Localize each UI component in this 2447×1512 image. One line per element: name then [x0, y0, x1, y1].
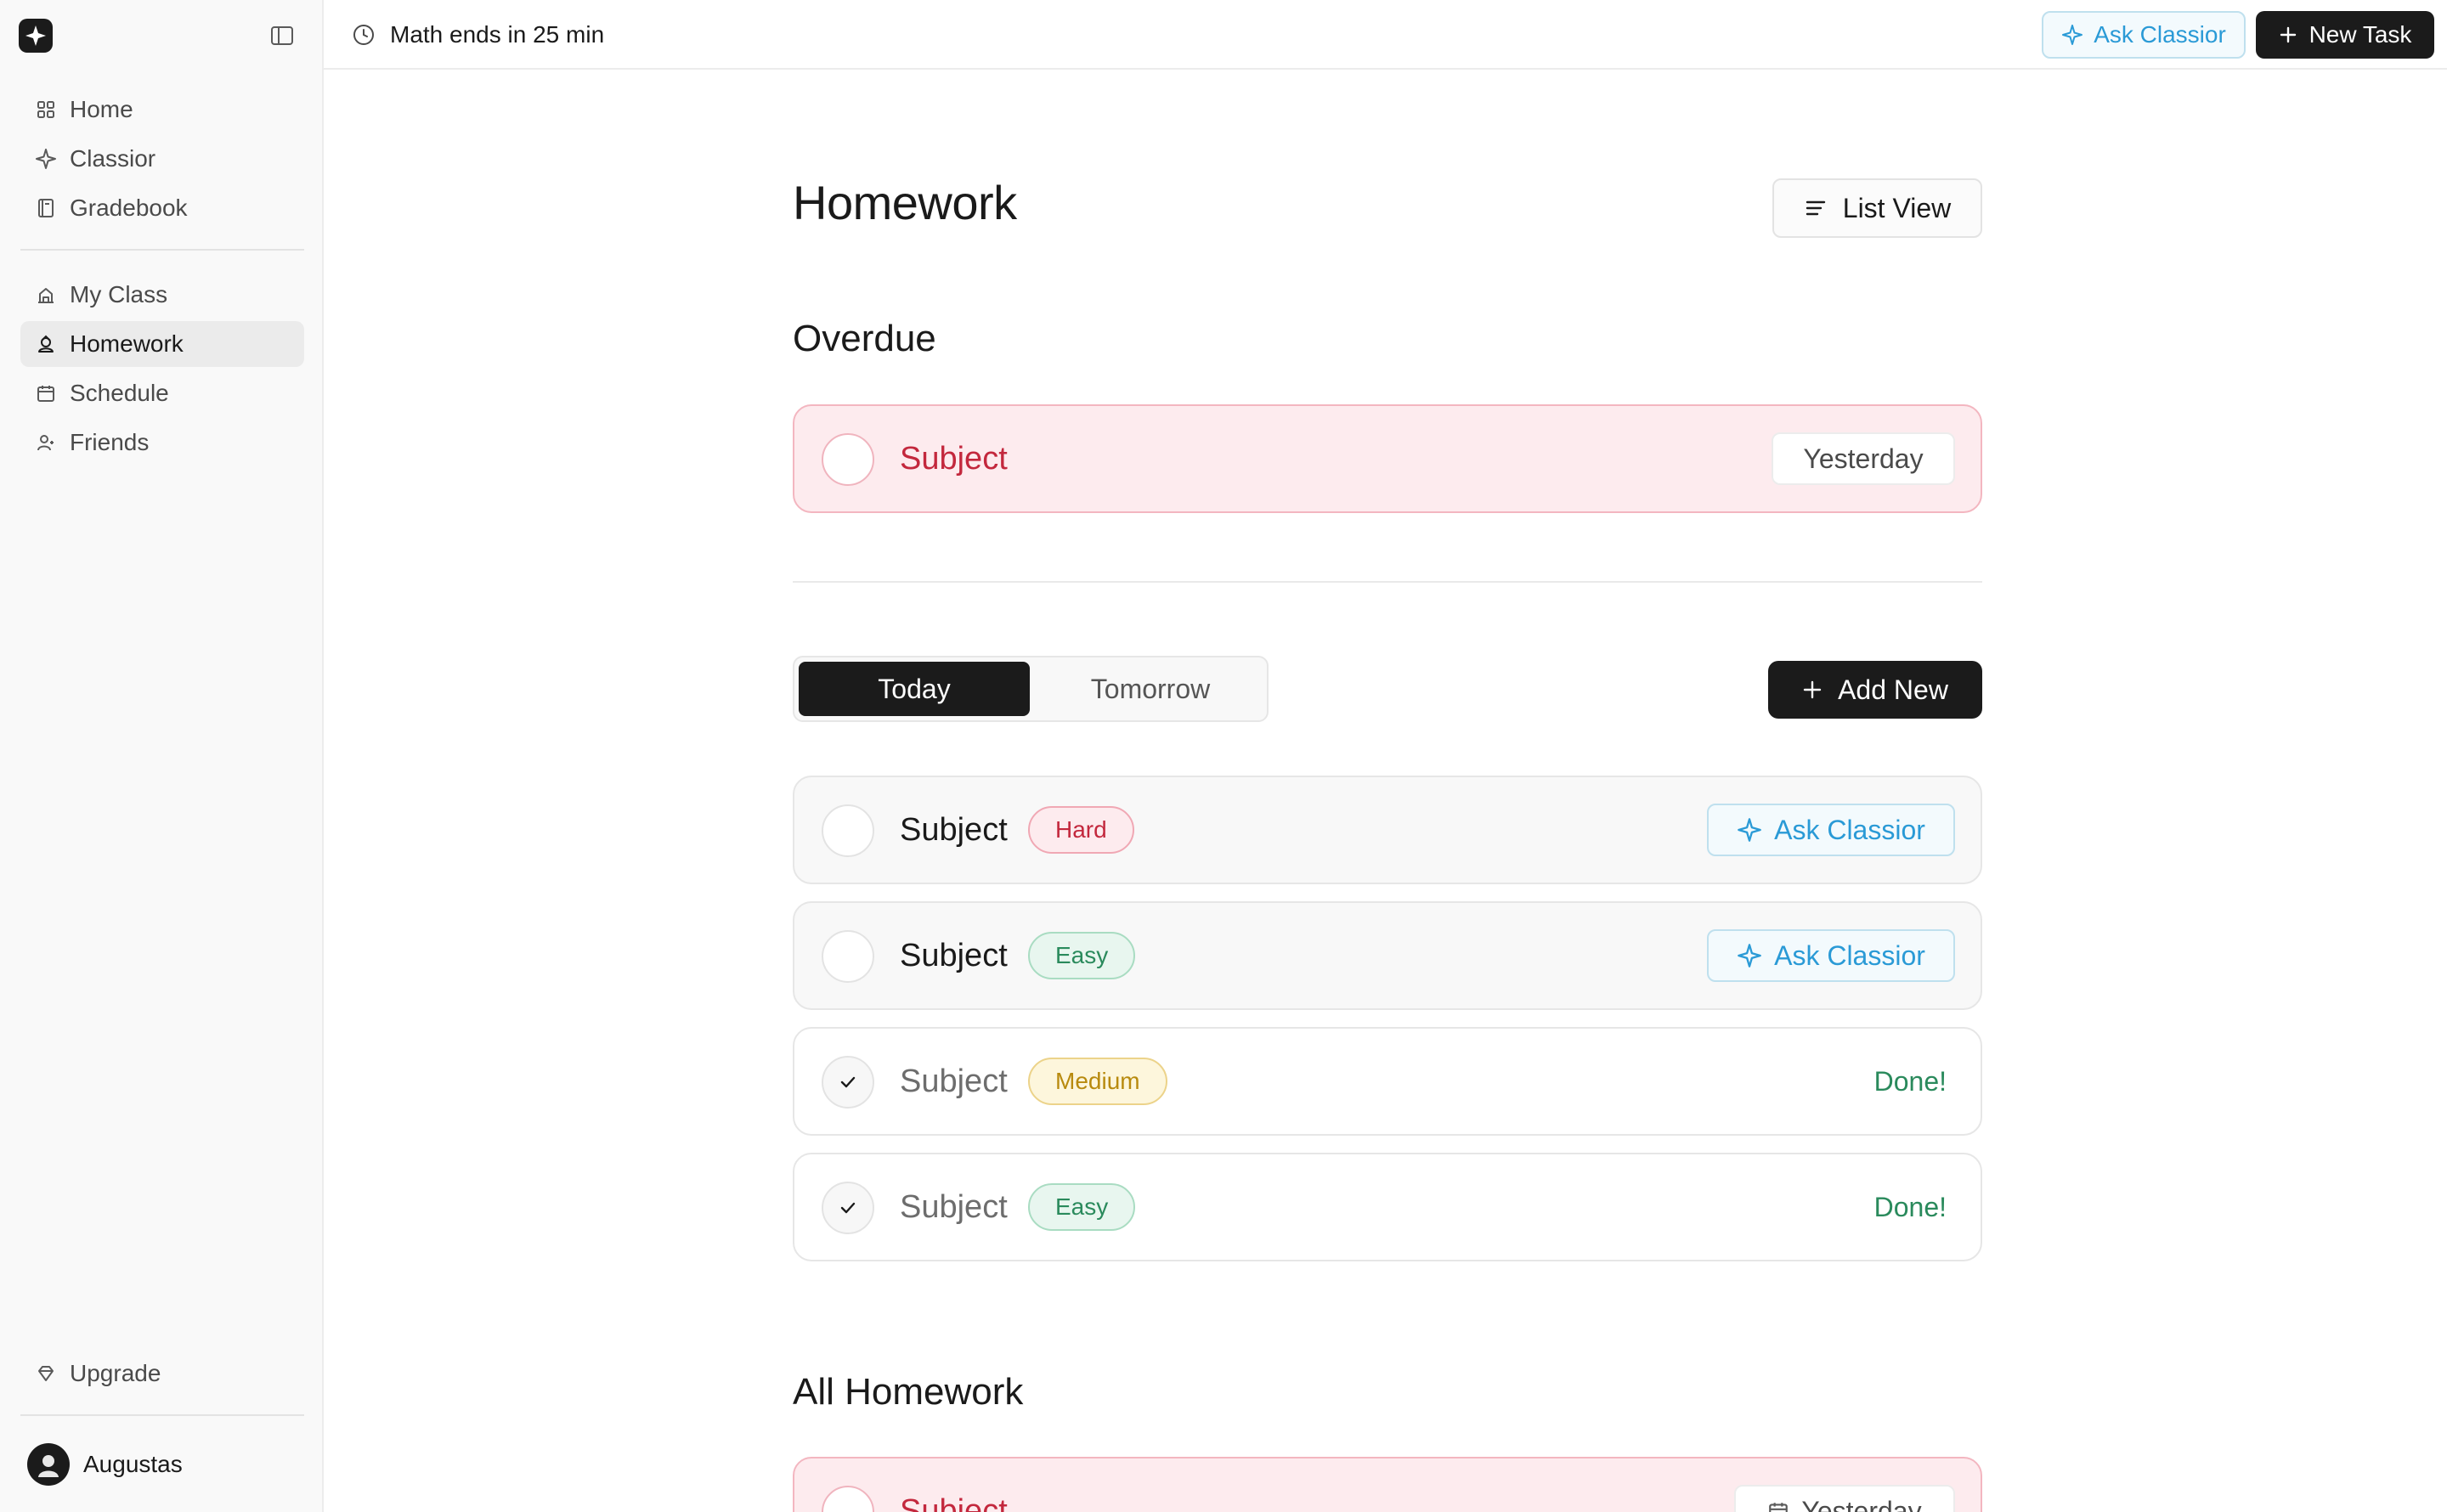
task-checkbox[interactable] — [822, 1486, 874, 1512]
book-icon — [34, 196, 58, 220]
sidebar-item-label: Gradebook — [70, 195, 188, 221]
due-date-text: Yesterday — [1801, 1495, 1922, 1512]
sidebar-toggle-icon[interactable] — [268, 22, 296, 49]
plus-icon — [1803, 680, 1822, 699]
new-task-label: New Task — [2309, 21, 2412, 48]
tab-today[interactable]: Today — [799, 662, 1030, 716]
done-status: Done! — [1873, 1191, 1947, 1222]
sidebar-item-label: Classior — [70, 145, 156, 172]
ask-classior-label: Ask Classior — [2094, 21, 2226, 48]
sidebar-item-gradebook[interactable]: Gradebook — [20, 185, 304, 231]
sidebar-item-friends[interactable]: Friends — [20, 420, 304, 465]
task-subject: Subject — [900, 1188, 1008, 1225]
task-card[interactable]: Subject Easy Ask Classior — [793, 901, 1982, 1010]
task-subject: Subject — [900, 1492, 1008, 1512]
sparkle-icon — [1738, 818, 1761, 842]
overdue-task-card[interactable]: Subject Yesterday — [793, 404, 1982, 513]
list-icon — [1806, 200, 1825, 216]
task-card[interactable]: Subject Medium Done! — [793, 1027, 1982, 1136]
grid-icon — [34, 98, 58, 121]
task-checkbox[interactable] — [822, 804, 874, 857]
new-task-button[interactable]: New Task — [2256, 11, 2434, 59]
page-title: Homework — [793, 176, 1017, 229]
checkmark-icon — [840, 1202, 856, 1214]
sidebar-item-my-class[interactable]: My Class — [20, 272, 304, 318]
task-checkbox[interactable] — [822, 1056, 874, 1109]
homework-card[interactable]: Subject Yesterday — [793, 1457, 1982, 1512]
sidebar-item-label: Schedule — [70, 380, 169, 406]
plus-icon — [2280, 26, 2296, 43]
done-status: Done! — [1873, 1065, 1947, 1097]
add-new-label: Add New — [1838, 674, 1948, 705]
list-view-button[interactable]: List View — [1772, 178, 1982, 238]
class-timer: Math ends in 25 min — [351, 0, 604, 70]
difficulty-badge: Easy — [1028, 1183, 1136, 1231]
difficulty-badge: Hard — [1028, 806, 1134, 854]
day-tabs: Today Tomorrow — [793, 656, 1269, 722]
building-icon — [34, 283, 58, 307]
sidebar-item-classior[interactable]: Classior — [20, 136, 304, 182]
task-subject: Subject — [900, 440, 1008, 477]
sidebar-item-home[interactable]: Home — [20, 87, 304, 133]
task-card[interactable]: Subject Hard Ask Classior — [793, 776, 1982, 884]
app-logo-icon[interactable] — [19, 19, 53, 53]
sparkle-icon — [34, 147, 58, 171]
ask-classior-label: Ask Classior — [1774, 814, 1925, 845]
calendar-icon — [1769, 1503, 1789, 1512]
ask-classior-label: Ask Classior — [1774, 939, 1925, 971]
sidebar-footer-nav: Upgrade — [20, 1351, 304, 1400]
list-view-label: List View — [1842, 192, 1952, 223]
user-hat-icon — [34, 332, 58, 356]
sidebar-primary-nav: Home Classior Gradebook — [20, 87, 304, 234]
task-subject: Subject — [900, 937, 1008, 973]
task-card[interactable]: Subject Easy Done! — [793, 1153, 1982, 1261]
clock-icon — [353, 25, 374, 45]
timer-text: Math ends in 25 min — [390, 21, 605, 48]
sidebar-item-label: Upgrade — [70, 1360, 161, 1386]
section-divider — [793, 581, 1982, 583]
sidebar-item-label: Home — [70, 96, 133, 122]
sidebar-item-label: Homework — [70, 330, 184, 357]
sidebar-header — [0, 0, 324, 70]
sidebar-item-label: My Class — [70, 281, 168, 307]
sidebar-item-label: Friends — [70, 429, 150, 455]
task-checkbox[interactable] — [822, 930, 874, 983]
sparkle-icon — [2062, 25, 2083, 45]
user-profile[interactable]: Augustas — [20, 1436, 304, 1493]
topbar: Math ends in 25 min Ask Classior New Tas… — [324, 0, 2447, 70]
difficulty-badge: Medium — [1028, 1058, 1167, 1105]
add-new-button[interactable]: Add New — [1768, 661, 1982, 719]
task-checkbox[interactable] — [822, 1182, 874, 1234]
diamond-icon — [34, 1362, 58, 1385]
sidebar-divider — [20, 249, 304, 251]
avatar — [27, 1443, 70, 1486]
sidebar-item-upgrade[interactable]: Upgrade — [20, 1351, 304, 1396]
all-homework-title: All Homework — [793, 1371, 1024, 1413]
checkmark-icon — [840, 1076, 856, 1088]
calendar-icon — [34, 381, 58, 405]
ask-classior-button[interactable]: Ask Classior — [1707, 929, 1955, 982]
tab-tomorrow[interactable]: Tomorrow — [1035, 662, 1266, 716]
task-subject: Subject — [900, 811, 1008, 848]
overdue-title: Overdue — [793, 318, 936, 359]
user-name: Augustas — [83, 1451, 183, 1477]
sidebar-item-homework[interactable]: Homework — [20, 321, 304, 367]
task-subject: Subject — [900, 1063, 1008, 1099]
sidebar: Home Classior Gradebook My Class Homewor… — [0, 0, 324, 1512]
sparkle-icon — [1738, 944, 1761, 968]
sidebar-item-schedule[interactable]: Schedule — [20, 370, 304, 416]
due-date-badge: Yesterday — [1772, 432, 1955, 485]
task-checkbox[interactable] — [822, 433, 874, 486]
ask-classior-button[interactable]: Ask Classior — [1707, 804, 1955, 856]
app: Home Classior Gradebook My Class Homewor… — [0, 0, 2447, 1512]
sidebar-secondary-nav: My Class Homework Schedule Friends — [20, 272, 304, 469]
users-icon — [34, 431, 58, 454]
due-date-badge: Yesterday — [1734, 1485, 1955, 1512]
sidebar-divider — [20, 1414, 304, 1416]
difficulty-badge: Easy — [1028, 932, 1136, 979]
ask-classior-button[interactable]: Ask Classior — [2042, 11, 2246, 59]
